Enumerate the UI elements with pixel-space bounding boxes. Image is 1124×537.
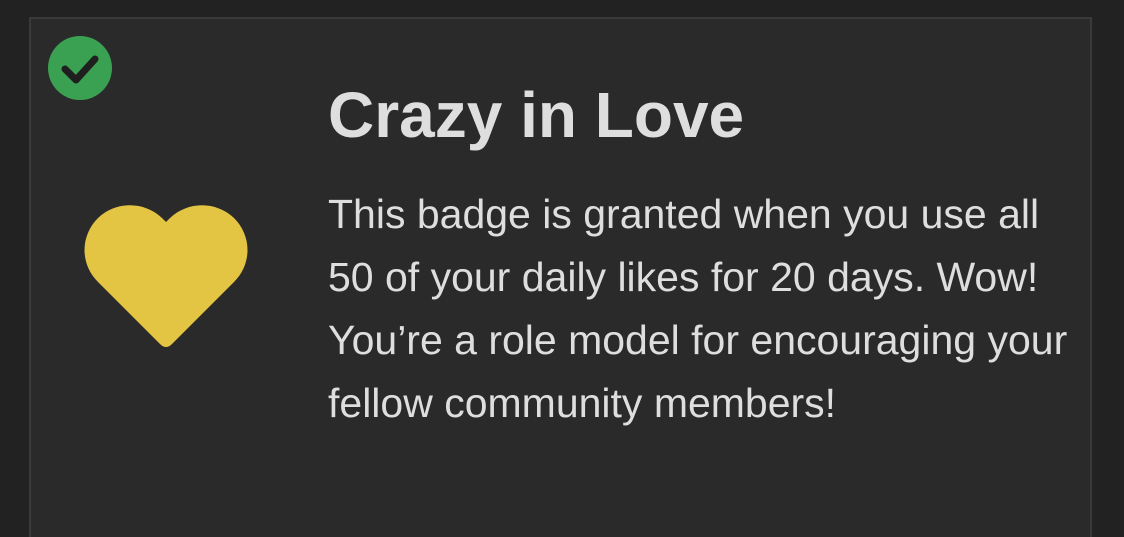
- badge-description: This badge is granted when you use all 5…: [328, 191, 1068, 426]
- badge-card[interactable]: Crazy in Love This badge is granted when…: [29, 17, 1092, 537]
- granted-check-icon: [48, 36, 112, 100]
- heart-icon: [84, 205, 248, 347]
- badge-title: Crazy in Love: [328, 79, 745, 151]
- checkmark-icon: [61, 55, 99, 84]
